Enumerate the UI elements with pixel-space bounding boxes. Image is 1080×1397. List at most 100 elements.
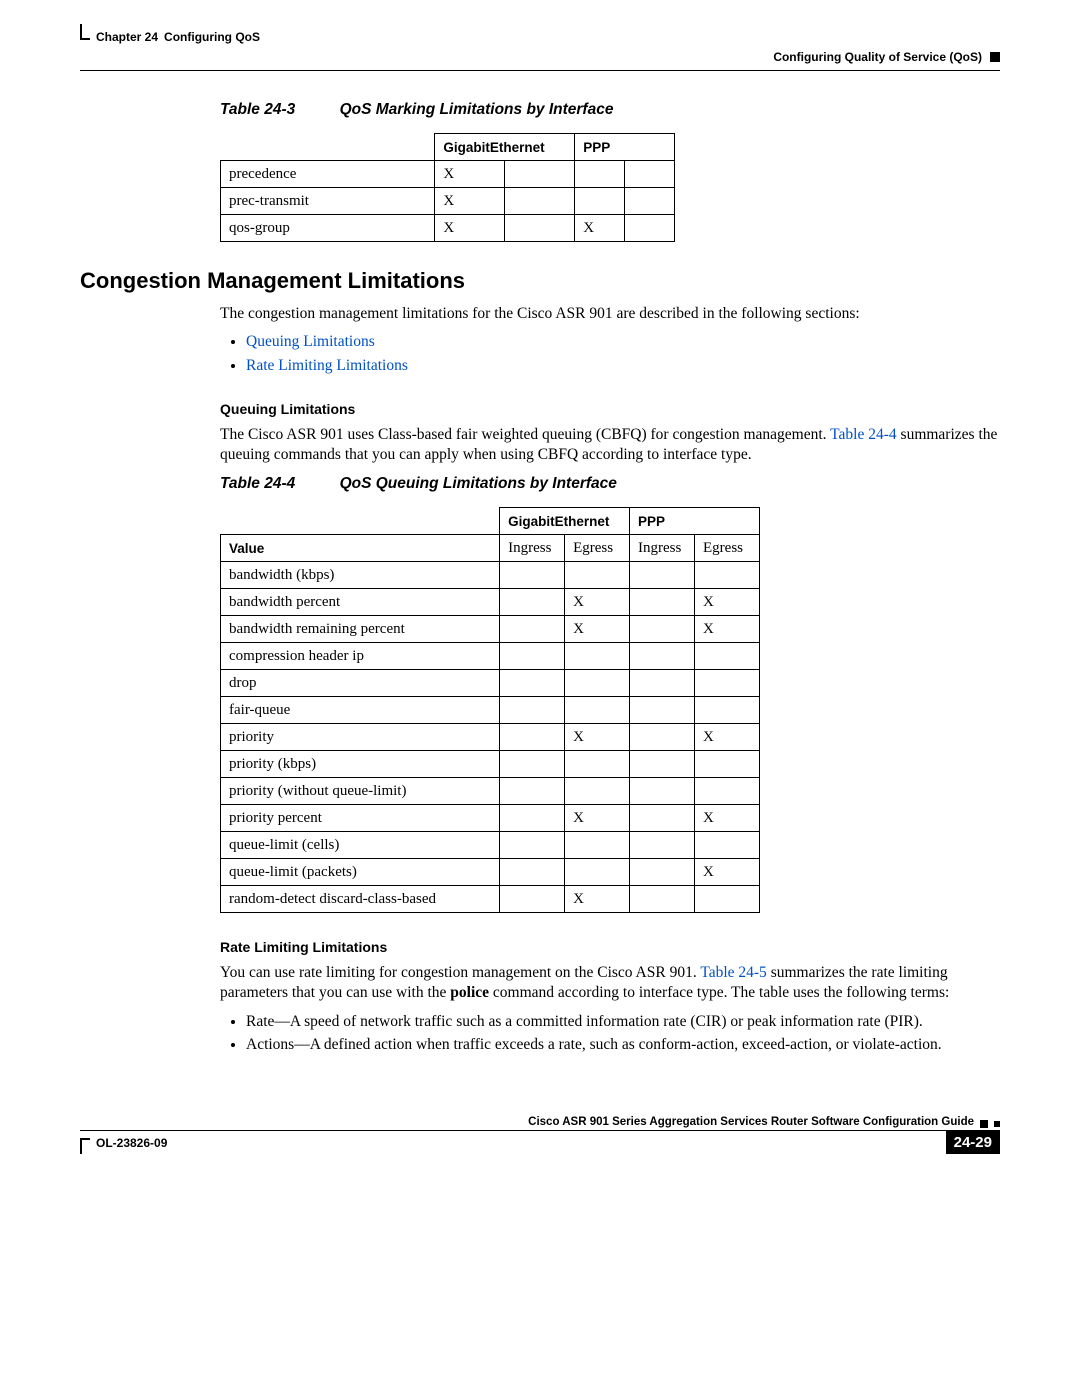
cell [695, 778, 760, 805]
page-header-top: Chapter 24 Configuring QoS [80, 30, 1000, 44]
cell [630, 643, 695, 670]
ratelimit-para-post: command according to interface type. The… [489, 984, 949, 1001]
rate-limiting-limitations-link[interactable]: Rate Limiting Limitations [246, 357, 408, 374]
table-row: priority (kbps) [221, 751, 760, 778]
queuing-para: The Cisco ASR 901 uses Class-based fair … [220, 425, 1000, 465]
table-24-5-link[interactable]: Table 24-5 [700, 964, 767, 981]
corner-tick-icon [80, 24, 90, 40]
table-row: priority (without queue-limit) [221, 778, 760, 805]
cell [630, 589, 695, 616]
cell [565, 670, 630, 697]
table-row: qos-group X X [221, 215, 675, 242]
cell [695, 562, 760, 589]
cell: X [435, 188, 505, 215]
table1-empty-header [221, 134, 435, 161]
list-item: Rate Limiting Limitations [246, 356, 1000, 377]
cell: X [575, 215, 625, 242]
cell-label: prec-transmit [221, 188, 435, 215]
section-intro: The congestion management limitations fo… [220, 304, 1000, 324]
square-icon [994, 1121, 1000, 1127]
cell-label: queue-limit (cells) [221, 832, 500, 859]
table-row: queue-limit (cells) [221, 832, 760, 859]
queuing-para-pre: The Cisco ASR 901 uses Class-based fair … [220, 426, 830, 443]
table1: GigabitEthernet PPP precedence X prec-tr… [220, 133, 675, 242]
page-footer: Cisco ASR 901 Series Aggregation Service… [80, 1116, 1000, 1154]
table1-caption: Table 24-3 QoS Marking Limitations by In… [220, 101, 1000, 119]
cell [500, 751, 565, 778]
cell [630, 697, 695, 724]
square-icon [990, 52, 1000, 62]
cell [630, 832, 695, 859]
cell [695, 751, 760, 778]
police-word: police [450, 984, 489, 1001]
cell: X [565, 616, 630, 643]
cell [500, 832, 565, 859]
table2-ge-ingress: Ingress [500, 535, 565, 562]
table-row: bandwidth (kbps) [221, 562, 760, 589]
table2-ppp-header: PPP [630, 508, 760, 535]
cell [630, 886, 695, 913]
cell [630, 616, 695, 643]
cell [565, 751, 630, 778]
cell [500, 670, 565, 697]
table-row: compression header ip [221, 643, 760, 670]
header-rule [80, 70, 1000, 71]
table2-ppp-ingress: Ingress [630, 535, 695, 562]
section-body: The congestion management limitations fo… [220, 304, 1000, 1056]
cell [625, 188, 675, 215]
cell [630, 859, 695, 886]
cell [630, 778, 695, 805]
cell-label: priority [221, 724, 500, 751]
cell [500, 724, 565, 751]
corner-tick-icon [80, 1138, 90, 1154]
table-row: priority percentXX [221, 805, 760, 832]
table-row: random-detect discard-class-basedX [221, 886, 760, 913]
cell [500, 616, 565, 643]
cell [695, 670, 760, 697]
cell [565, 832, 630, 859]
header-right-title: Configuring Quality of Service (QoS) [773, 50, 982, 64]
cell [565, 562, 630, 589]
table2-caption: Table 24-4 QoS Queuing Limitations by In… [220, 475, 1000, 493]
cell: X [695, 805, 760, 832]
cell-label: bandwidth percent [221, 589, 500, 616]
cell-label: qos-group [221, 215, 435, 242]
queuing-limitations-link[interactable]: Queuing Limitations [246, 333, 375, 350]
cell [500, 643, 565, 670]
cell [500, 859, 565, 886]
cell [695, 832, 760, 859]
cell [630, 670, 695, 697]
table-row: bandwidth percentXX [221, 589, 760, 616]
cell-label: priority percent [221, 805, 500, 832]
cell: X [695, 616, 760, 643]
cell [630, 805, 695, 832]
content-block-1: Table 24-3 QoS Marking Limitations by In… [220, 101, 1000, 242]
cell: X [565, 724, 630, 751]
table1-caption-title: QoS Marking Limitations by Interface [340, 101, 614, 118]
table-24-4-link[interactable]: Table 24-4 [830, 426, 897, 443]
cell-label: fair-queue [221, 697, 500, 724]
list-item: Actions—A defined action when traffic ex… [246, 1035, 1000, 1056]
cell-label: priority (kbps) [221, 751, 500, 778]
footer-row: OL-23826-09 24-29 [80, 1131, 1000, 1154]
cell [500, 886, 565, 913]
list-item: Rate—A speed of network traffic such as … [246, 1012, 1000, 1033]
cell [505, 188, 575, 215]
cell: X [695, 724, 760, 751]
cell [500, 778, 565, 805]
cell-label: precedence [221, 161, 435, 188]
table2-empty-header [221, 508, 500, 535]
cell [500, 805, 565, 832]
chapter-label: Chapter 24 [96, 30, 158, 44]
cell: X [565, 589, 630, 616]
table2-ge-header: GigabitEthernet [500, 508, 630, 535]
table1-ppp-header: PPP [575, 134, 675, 161]
chapter-title: Configuring QoS [164, 30, 260, 44]
table1-ge-header: GigabitEthernet [435, 134, 575, 161]
square-icon [980, 1120, 988, 1128]
cell [630, 724, 695, 751]
cell-label: queue-limit (packets) [221, 859, 500, 886]
cell [575, 188, 625, 215]
cell [505, 161, 575, 188]
table2-caption-title: QoS Queuing Limitations by Interface [340, 475, 617, 492]
